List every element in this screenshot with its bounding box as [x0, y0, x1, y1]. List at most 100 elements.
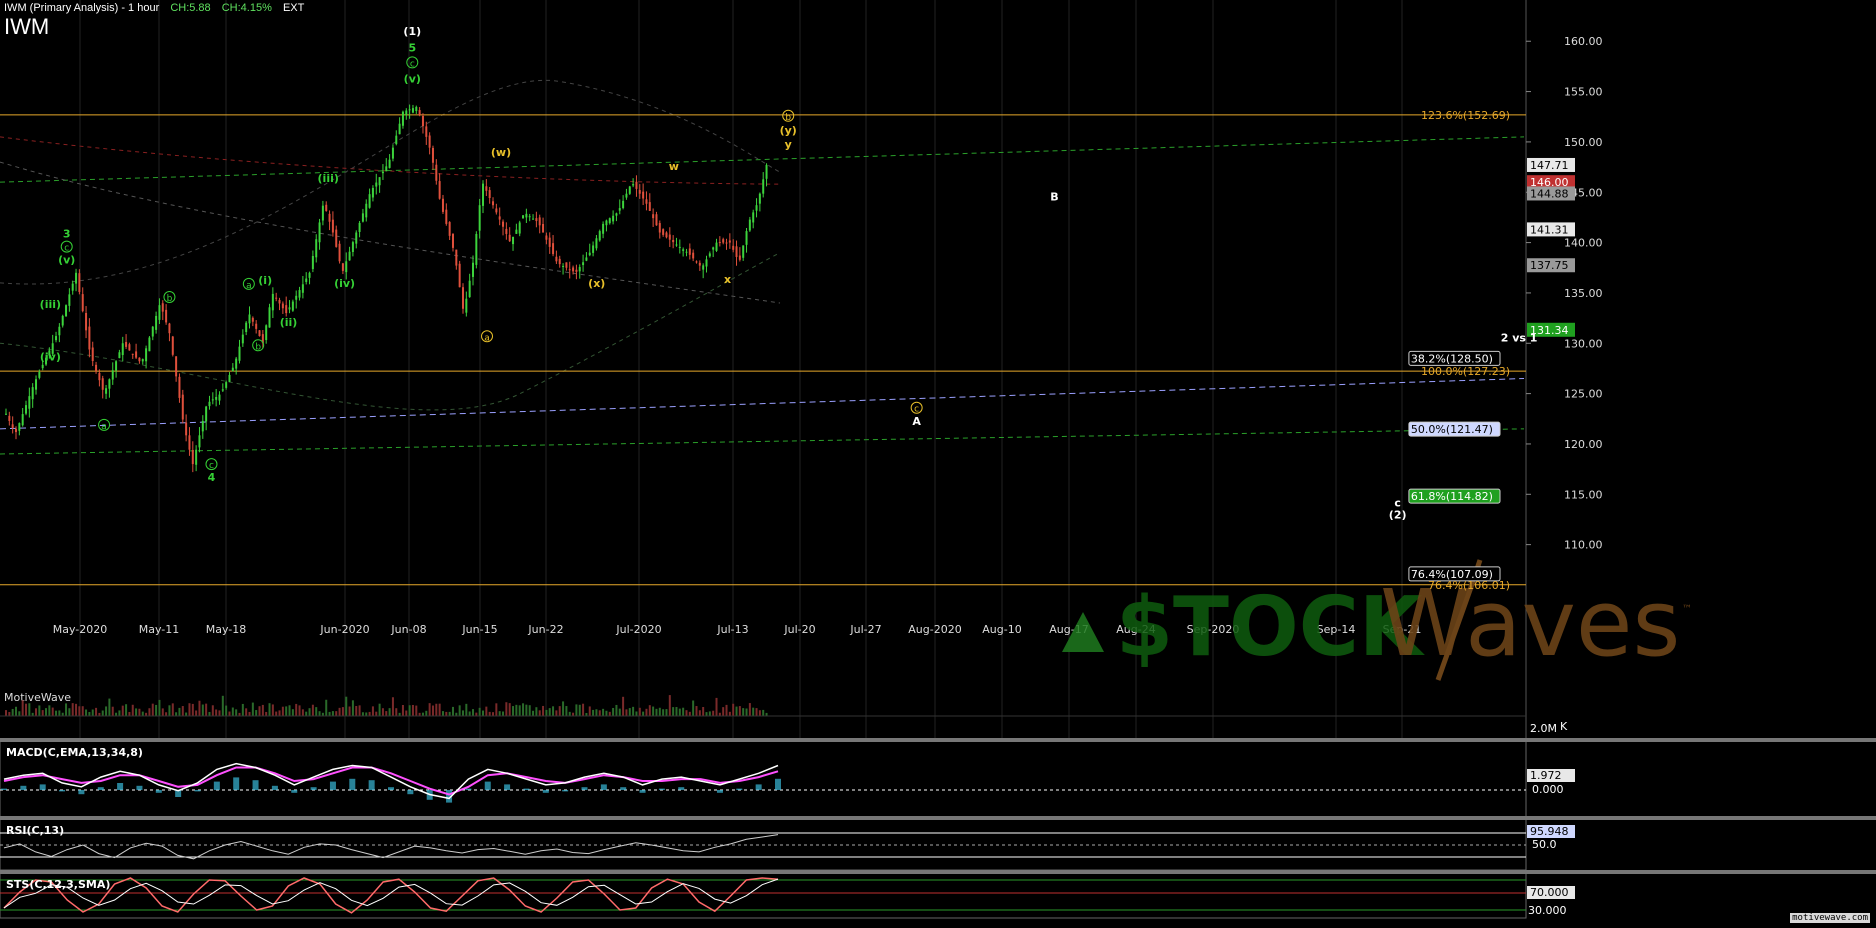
candles	[5, 104, 768, 473]
x-tick-label: May-18	[206, 623, 247, 636]
volume-bar	[275, 711, 278, 716]
candle-body	[441, 198, 444, 212]
volume-bar	[148, 708, 151, 716]
volume-bar	[575, 704, 578, 716]
volume-bar	[121, 705, 124, 716]
wave-label: (iv)	[334, 277, 355, 290]
candle-body	[602, 223, 605, 234]
x-tick-label: Jul-13	[716, 623, 748, 636]
volume-bar	[655, 708, 658, 716]
candle-body	[165, 309, 168, 323]
volume-bar	[335, 711, 338, 716]
candle-body	[568, 269, 571, 271]
candle-body	[335, 229, 338, 247]
macd-hist-bar	[213, 781, 220, 790]
chart-stage[interactable]: May-2020 May-11 May-18 Jun-2020 Jun-08 Jun-15…	[0, 0, 1876, 924]
macd-hist-bar	[388, 787, 394, 790]
volume-bar	[702, 707, 705, 716]
candle-body	[201, 420, 204, 432]
price-chart[interactable]: May-2020 May-11 May-18 Jun-2020 Jun-08 Jun-15…	[0, 0, 1876, 924]
candle-body	[235, 358, 238, 369]
candle-body	[622, 200, 625, 209]
volume-bar	[675, 707, 678, 716]
volume-bar	[668, 695, 671, 716]
candle-body	[542, 223, 545, 233]
volume-bar	[125, 704, 128, 716]
macd-hist-bar	[620, 787, 627, 790]
volume-axis-label: 2.0M	[1530, 722, 1557, 735]
volume-bar	[628, 708, 631, 716]
rsi-level-label: 50.0	[1532, 838, 1557, 851]
rsi-value: 95.948	[1530, 825, 1569, 838]
candle-body	[485, 186, 488, 191]
candle-body	[518, 222, 521, 234]
volume-bar	[645, 708, 648, 716]
volume-bar	[515, 704, 518, 716]
macd-hist-bar	[678, 787, 685, 790]
candle-body	[25, 405, 28, 414]
candle-body	[398, 123, 401, 135]
macd-hist-bar	[252, 780, 259, 790]
candle-body	[91, 347, 94, 362]
candle-body	[61, 315, 64, 326]
volume-bar	[368, 711, 371, 716]
volume-bar	[562, 701, 565, 716]
candle-body	[281, 303, 284, 309]
volume-bar	[355, 705, 358, 716]
x-tick-label: Aug-2020	[908, 623, 961, 636]
candle-body	[632, 184, 635, 186]
volume-bar	[425, 710, 428, 716]
candle-body	[722, 239, 725, 243]
candle-body	[245, 322, 248, 332]
volume-bar	[488, 711, 491, 716]
fib-target-label: 50.0%(121.47)	[1411, 423, 1493, 436]
candle-body	[765, 164, 768, 179]
volume-bar	[441, 711, 444, 716]
volume-bar	[608, 711, 611, 716]
stoch-low-label: 30.000	[1528, 904, 1567, 917]
volume-bar	[512, 706, 515, 716]
candle-body	[175, 356, 178, 377]
candle-body	[31, 387, 34, 400]
candle-body	[11, 424, 14, 429]
volume-bar	[105, 706, 108, 716]
volume-bar	[268, 703, 271, 716]
volume-bar	[345, 696, 348, 716]
candle-body	[655, 214, 658, 226]
wave-label: (iii)	[318, 172, 339, 185]
candle-body	[378, 177, 381, 186]
volume-bar	[431, 705, 434, 716]
candle-body	[738, 255, 741, 260]
candle-body	[101, 378, 104, 390]
volume-bar	[485, 706, 488, 716]
volume-bar	[395, 708, 398, 716]
candle-body	[318, 222, 321, 243]
candle-body	[85, 312, 88, 331]
fib-target-label: 76.4%(106.01)	[1428, 579, 1510, 592]
volume-bar	[435, 703, 438, 716]
volume-bar	[625, 709, 628, 716]
macd-panel	[0, 739, 1527, 818]
candle-body	[58, 326, 61, 336]
candle-body	[595, 238, 598, 249]
volume-bar	[705, 712, 708, 716]
price-label: 137.75	[1530, 259, 1569, 272]
volume-bar	[118, 710, 121, 716]
candle-body	[458, 263, 461, 288]
candle-body	[495, 208, 498, 213]
candle-body	[472, 262, 474, 277]
stoch-panel	[0, 871, 1527, 919]
candle-body	[365, 203, 368, 218]
candle-body	[288, 307, 291, 310]
candle-body	[752, 212, 755, 223]
volume-bar	[85, 709, 88, 716]
candle-body	[461, 287, 464, 309]
candle-body	[645, 199, 648, 204]
volume-bar	[378, 703, 381, 716]
volume-bar	[198, 700, 201, 716]
macd-hist-bar	[117, 783, 124, 790]
volume-bar	[525, 704, 528, 716]
volume-bar	[255, 710, 258, 716]
candle-body	[311, 256, 314, 270]
candle-body	[221, 389, 224, 391]
